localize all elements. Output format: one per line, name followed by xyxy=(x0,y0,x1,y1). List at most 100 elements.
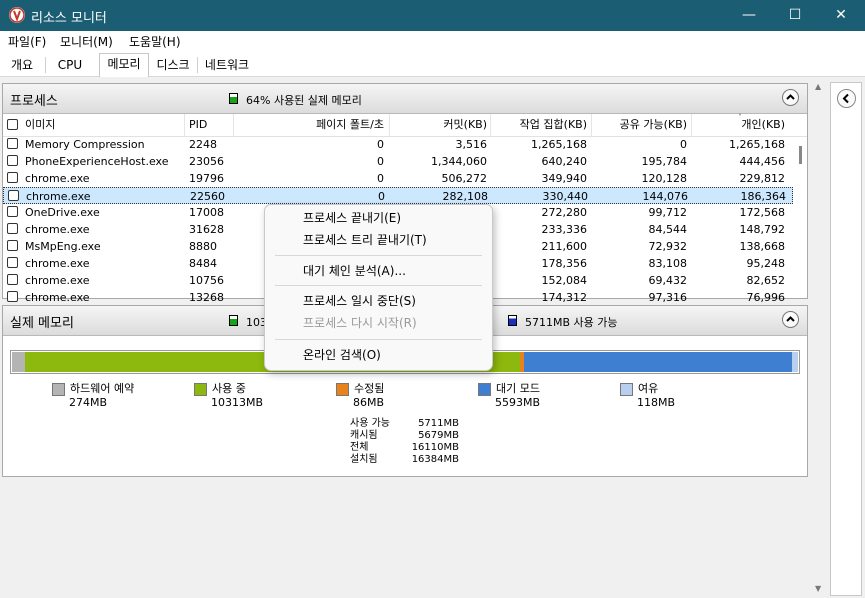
cell-working-set: 211,600 xyxy=(541,240,588,253)
tab-disk[interactable]: 디스크 xyxy=(150,55,196,76)
stat-value: 5711MB xyxy=(418,418,459,429)
tab-cpu[interactable]: CPU xyxy=(52,55,88,76)
process-panel-header[interactable]: 프로세스 64% 사용된 실제 메모리 xyxy=(3,84,807,114)
table-row[interactable]: chrome.exe 22560 0 282,108 330,440 144,076 186… xyxy=(3,187,793,204)
menu-analyze-wait-chain[interactable]: 대기 체인 분석(A)... xyxy=(303,261,406,281)
row-checkbox[interactable] xyxy=(7,155,18,166)
row-checkbox[interactable] xyxy=(7,206,18,217)
cell-image: chrome.exe xyxy=(25,274,90,287)
cell-image: chrome.exe xyxy=(25,223,90,236)
cell-commit: 3,516 xyxy=(455,138,488,151)
cell-image: chrome.exe xyxy=(25,257,90,270)
menu-end-process[interactable]: 프로세스 끝내기(E) xyxy=(303,208,401,228)
legend-swatch xyxy=(478,383,491,396)
cell-page-faults: 0 xyxy=(377,138,384,151)
tab-overview[interactable]: 개요 xyxy=(3,55,41,76)
legend-label: 대기 모드 xyxy=(496,382,540,395)
scroll-down-icon[interactable]: ▼ xyxy=(815,584,821,593)
cell-working-set: 178,356 xyxy=(541,257,588,270)
sort-descending-icon: ˅ xyxy=(738,113,742,122)
cell-working-set: 272,280 xyxy=(541,206,588,219)
table-row[interactable]: PhoneExperienceHost.exe 23056 0 1,344,060 64… xyxy=(3,153,793,170)
menu-search-online[interactable]: 온라인 검색(O) xyxy=(303,345,381,365)
expand-graph-pane-button[interactable] xyxy=(837,89,856,108)
legend-label: 하드웨어 예약 xyxy=(70,382,135,395)
scrollbar-thumb[interactable] xyxy=(799,146,802,164)
row-checkbox[interactable] xyxy=(7,223,18,234)
tab-memory[interactable]: 메모리 xyxy=(99,53,149,77)
process-context-menu: 프로세스 끝내기(E) 프로세스 트리 끝내기(T) 대기 체인 분석(A)..… xyxy=(264,204,493,371)
cell-shareable: 72,932 xyxy=(648,240,688,253)
column-page-faults[interactable]: 페이지 폴트/초 xyxy=(239,117,384,135)
cell-working-set: 233,336 xyxy=(541,223,588,236)
cell-working-set: 1,265,168 xyxy=(531,138,587,151)
column-commit[interactable]: 커밋(KB) xyxy=(389,117,487,135)
stat-label: 사용 가능 xyxy=(350,418,390,429)
menu-help[interactable]: 도움말(H) xyxy=(129,33,181,50)
collapse-process-panel-button[interactable] xyxy=(782,89,799,106)
cell-private: 138,668 xyxy=(739,240,786,253)
cell-image: MsMpEng.exe xyxy=(25,240,101,253)
cell-private: 148,792 xyxy=(739,223,786,236)
cell-pid: 31628 xyxy=(189,223,224,236)
column-divider xyxy=(184,114,185,136)
legend-swatch xyxy=(194,383,207,396)
cell-pid: 8484 xyxy=(189,257,217,270)
menu-suspend-process[interactable]: 프로세스 일시 중단(S) xyxy=(303,291,416,311)
cell-working-set: 174,312 xyxy=(541,291,588,304)
column-divider xyxy=(389,114,390,136)
scroll-up-icon[interactable]: ▲ xyxy=(815,82,821,91)
legend-value: 86MB xyxy=(353,396,385,409)
cell-image: Memory Compression xyxy=(25,138,145,151)
cell-pid: 23056 xyxy=(189,155,224,168)
row-checkbox[interactable] xyxy=(7,240,18,251)
row-checkbox[interactable] xyxy=(7,257,18,268)
column-divider xyxy=(490,114,491,136)
chevron-left-icon xyxy=(842,93,849,104)
process-table-header: 이미지 PID 페이지 폴트/초 커밋(KB) 작업 집합(KB) 공유 가능(… xyxy=(3,113,807,137)
window-title: 리소스 모니터 xyxy=(31,11,107,26)
maximize-button[interactable]: ☐ xyxy=(772,0,818,31)
column-working-set[interactable]: 작업 집합(KB) xyxy=(491,117,587,135)
cell-image: PhoneExperienceHost.exe xyxy=(25,155,169,168)
collapse-memory-panel-button[interactable] xyxy=(782,311,799,328)
cell-working-set: 330,440 xyxy=(542,190,589,203)
row-checkbox[interactable] xyxy=(7,291,18,302)
tab-bar: 개요 CPU 메모리 디스크 네트워크 xyxy=(0,51,865,77)
row-checkbox[interactable] xyxy=(8,190,19,201)
table-row[interactable]: chrome.exe 19796 0 506,272 349,940 120,128 229… xyxy=(3,170,793,187)
column-divider xyxy=(691,114,692,136)
cell-shareable: 69,432 xyxy=(648,274,688,287)
row-checkbox[interactable] xyxy=(7,274,18,285)
cell-commit: 506,272 xyxy=(441,172,488,185)
tab-network[interactable]: 네트워크 xyxy=(199,55,255,76)
cell-commit: 282,108 xyxy=(442,190,489,203)
cell-private: 82,652 xyxy=(746,274,786,287)
cell-page-faults: 0 xyxy=(378,190,385,203)
column-image[interactable]: 이미지 xyxy=(25,117,175,135)
table-row[interactable]: Memory Compression 2248 0 3,516 1,265,168 0 1,… xyxy=(3,136,793,153)
menu-file[interactable]: 파일(F) xyxy=(8,33,46,50)
close-button[interactable]: ✕ xyxy=(818,0,864,31)
cell-pid: 2248 xyxy=(189,138,217,151)
column-pid[interactable]: PID xyxy=(189,117,233,135)
resource-monitor-icon xyxy=(9,7,25,23)
in-use-indicator-icon xyxy=(229,315,238,326)
cell-working-set: 349,940 xyxy=(541,172,588,185)
column-shareable[interactable]: 공유 가능(KB) xyxy=(593,117,687,135)
main-scrollbar[interactable]: ▲ ▼ xyxy=(812,82,826,596)
column-divider xyxy=(233,114,234,136)
cell-page-faults: 0 xyxy=(377,155,384,168)
menu-separator xyxy=(275,255,482,256)
row-checkbox[interactable] xyxy=(7,138,18,149)
cell-working-set: 640,240 xyxy=(541,155,588,168)
menu-monitor[interactable]: 모니터(M) xyxy=(60,33,113,50)
legend-value: 10313MB xyxy=(211,396,264,409)
stat-label: 설치됨 xyxy=(350,454,378,465)
cell-shareable: 144,076 xyxy=(642,190,689,203)
row-checkbox[interactable] xyxy=(7,172,18,183)
cell-commit: 1,344,060 xyxy=(431,155,487,168)
menu-end-process-tree[interactable]: 프로세스 트리 끝내기(T) xyxy=(303,230,427,250)
select-all-checkbox[interactable] xyxy=(7,119,18,130)
minimize-button[interactable]: — xyxy=(726,0,772,31)
